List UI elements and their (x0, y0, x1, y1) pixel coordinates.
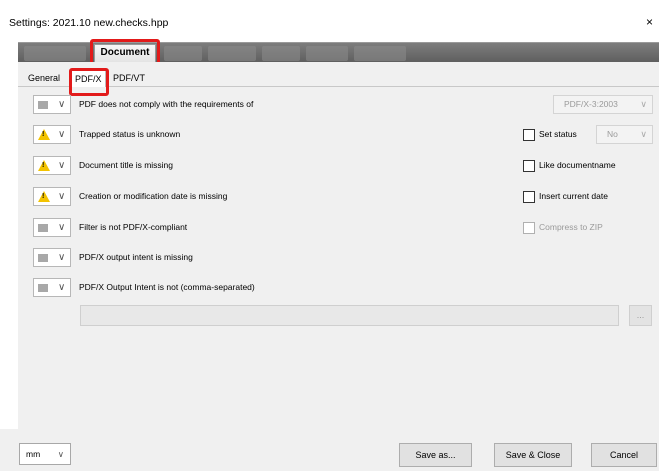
tab-pdfx[interactable]: PDF/X (71, 70, 106, 87)
tab-general[interactable]: General (25, 70, 63, 87)
check-label: Trapped status is unknown (79, 129, 181, 139)
chevron-down-icon: ∨ (58, 222, 66, 233)
chevron-down-icon: ∨ (640, 99, 647, 109)
output-intent-input[interactable] (80, 305, 619, 326)
check-label: Document title is missing (79, 160, 174, 170)
insert-date-label: Insert current date (539, 191, 608, 201)
set-status-label: Set status (539, 129, 577, 139)
chevron-down-icon: ∨ (58, 191, 66, 202)
browse-button[interactable]: ... (629, 305, 652, 326)
compress-zip-checkbox[interactable] (523, 222, 535, 234)
severity-dropdown[interactable]: ∨ (33, 95, 71, 114)
insert-date-checkbox[interactable] (523, 191, 535, 203)
pdfx-version-select[interactable]: PDF/X-3:2003 ∨ (553, 95, 653, 114)
main-tab-obscured[interactable] (354, 46, 406, 61)
check-label: PDF does not comply with the requirement… (79, 99, 254, 109)
main-tab-obscured[interactable] (262, 46, 300, 61)
set-status-select[interactable]: No ∨ (596, 125, 653, 144)
chevron-down-icon: ∨ (58, 282, 66, 293)
compress-zip-label: Compress to ZIP (539, 222, 603, 232)
severity-dropdown[interactable]: ∨ (33, 278, 71, 297)
gray-square-icon (38, 284, 48, 292)
save-as-button[interactable]: Save as... (399, 443, 472, 467)
close-icon[interactable]: × (646, 15, 653, 29)
check-label: PDF/X Output Intent is not (comma-separa… (79, 282, 255, 292)
chevron-down-icon: ∨ (640, 129, 647, 139)
pdfx-version-value: PDF/X-3:2003 (564, 99, 618, 109)
gray-square-icon (38, 224, 48, 232)
chevron-down-icon: ∨ (58, 160, 66, 171)
gray-square-icon (38, 101, 48, 109)
cancel-button[interactable]: Cancel (591, 443, 657, 467)
set-status-value: No (607, 129, 618, 139)
set-status-checkbox[interactable] (523, 129, 535, 141)
severity-dropdown[interactable]: ∨ (33, 218, 71, 237)
like-docname-label: Like documentname (539, 160, 616, 170)
title-prefix: Settings: (9, 17, 50, 29)
main-tab-obscured[interactable] (306, 46, 348, 61)
main-tab-obscured[interactable] (208, 46, 256, 61)
gray-square-icon (38, 254, 48, 262)
window-title: Settings: 2021.10 new.checks.hpp (9, 17, 168, 29)
chevron-down-icon: ∨ (57, 449, 64, 459)
chevron-down-icon: ∨ (58, 252, 66, 263)
check-label: Filter is not PDF/X-compliant (79, 222, 188, 232)
main-tab-obscured[interactable] (164, 46, 202, 61)
severity-dropdown[interactable]: ! ∨ (33, 187, 71, 206)
severity-dropdown[interactable]: ∨ (33, 248, 71, 267)
tab-pdfvt[interactable]: PDF/VT (110, 70, 148, 87)
severity-dropdown[interactable]: ! ∨ (33, 156, 71, 175)
check-label: Creation or modification date is missing (79, 191, 228, 201)
title-bar: Settings: 2021.10 new.checks.hpp × (0, 0, 659, 36)
settings-panel (18, 62, 659, 429)
unit-select[interactable]: mm ∨ (19, 443, 71, 465)
title-filename: 2021.10 new.checks.hpp (52, 17, 169, 29)
chevron-down-icon: ∨ (58, 99, 66, 110)
unit-value: mm (26, 449, 41, 459)
main-tab-obscured[interactable] (24, 46, 86, 61)
check-label: PDF/X output intent is missing (79, 252, 193, 262)
save-close-button[interactable]: Save & Close (494, 443, 572, 467)
chevron-down-icon: ∨ (58, 129, 66, 140)
severity-dropdown[interactable]: ! ∨ (33, 125, 71, 144)
like-docname-checkbox[interactable] (523, 160, 535, 172)
tab-document[interactable]: Document (94, 44, 156, 62)
